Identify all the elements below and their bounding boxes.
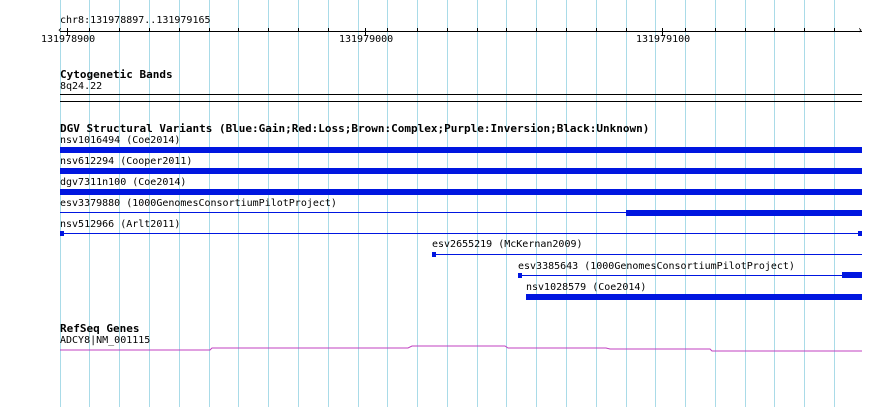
gene-feature[interactable] — [0, 0, 890, 407]
gene-intron-line — [60, 345, 862, 352]
genome-browser-view[interactable]: chr8:131978897..131979165 ‹ › 131978900 … — [0, 0, 890, 407]
